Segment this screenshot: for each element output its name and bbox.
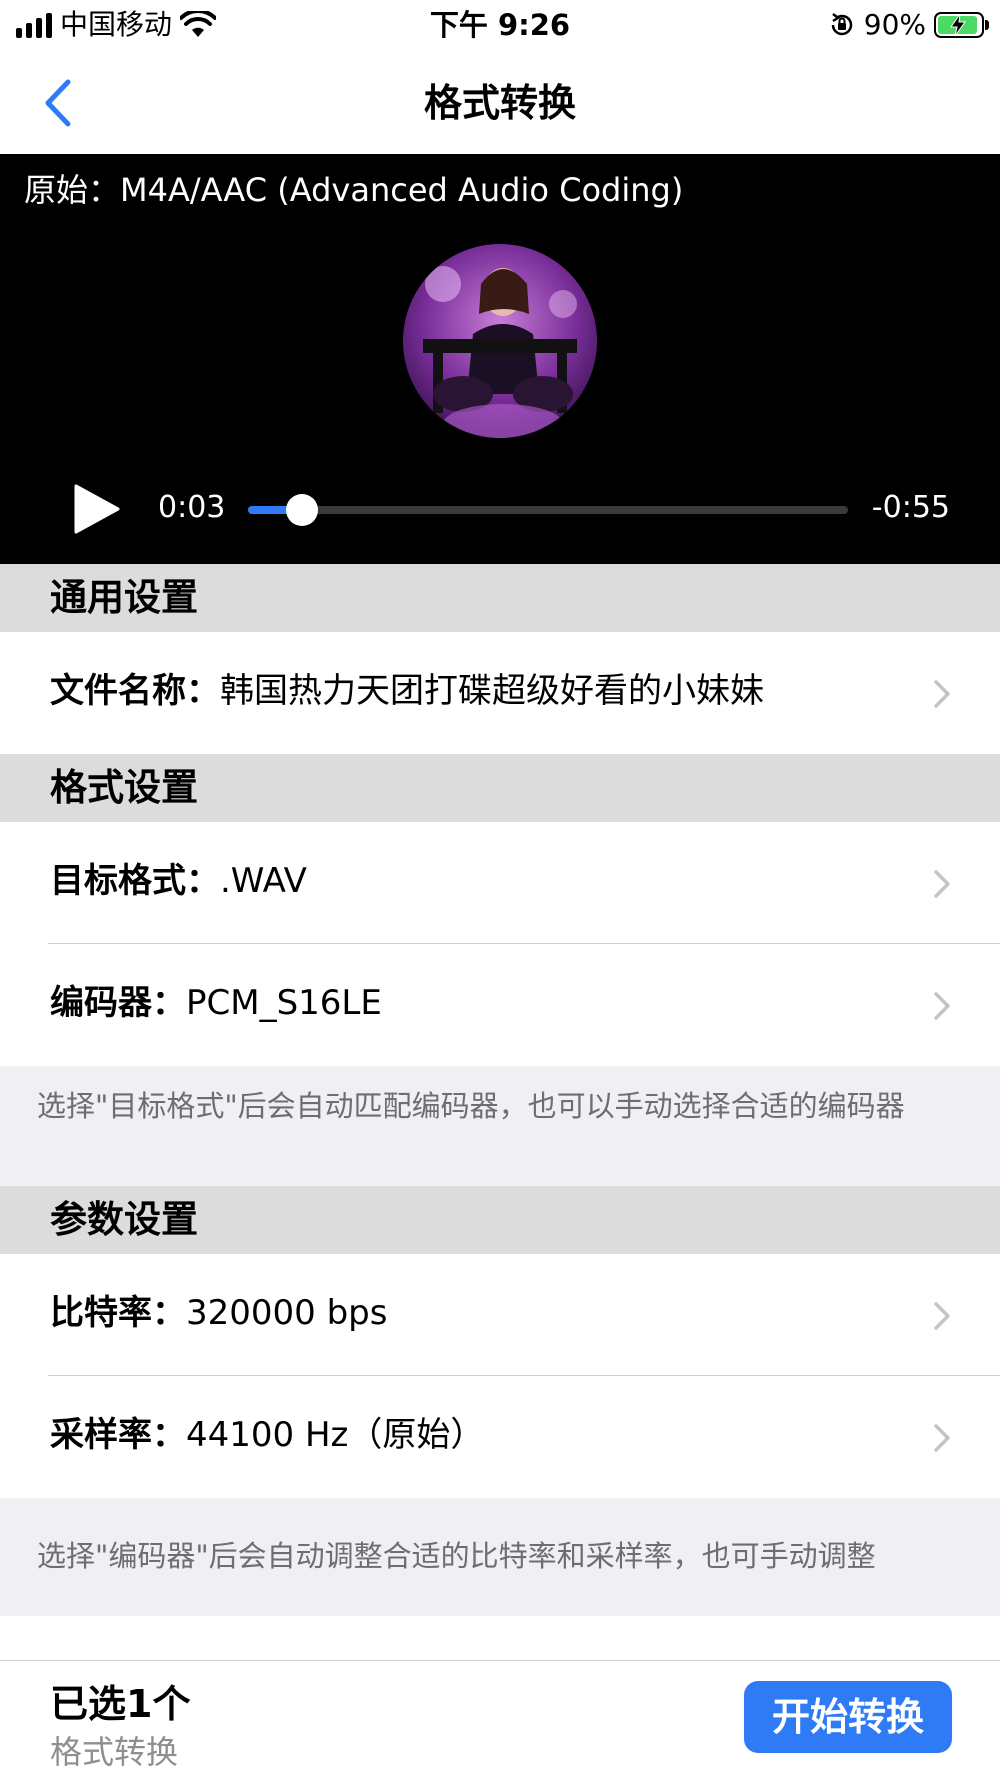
chevron-right-icon [934,992,950,1020]
progress-thumb[interactable] [286,494,318,526]
start-convert-button[interactable]: 开始转换 [744,1681,952,1753]
encoder-text: 编码器：PCM_S16LE [50,980,382,1026]
remaining-time: -0:55 [871,490,950,525]
page-title: 格式转换 [423,81,576,125]
play-button[interactable] [72,482,122,536]
encoder-label: 编码器： [50,983,186,1023]
bitrate-row[interactable]: 比特率：320000 bps [0,1254,1000,1374]
battery-charging-icon [934,12,989,38]
bottom-bar: 已选1个 格式转换 开始转换 [0,1660,1000,1779]
target-format-text: 目标格式：.WAV [50,858,307,904]
chevron-right-icon [934,680,950,708]
chevron-right-icon [934,1302,950,1330]
selected-subtitle: 格式转换 [50,1733,179,1771]
target-format-value: .WAV [220,861,307,901]
samplerate-label: 采样率： [50,1415,186,1455]
section-title: 参数设置 [50,1198,198,1241]
encoder-value: PCM_S16LE [186,983,382,1023]
params-note-text: 选择"编码器"后会自动调整合适的比特率和采样率，也可手动调整 [37,1539,876,1573]
bitrate-value: 320000 bps [186,1293,388,1333]
section-header-format: 格式设置 [0,754,1000,822]
format-note-text: 选择"目标格式"后会自动匹配编码器，也可以手动选择合适的编码器 [37,1089,905,1123]
chevron-right-icon [934,1424,950,1452]
current-time: 0:03 [158,490,226,525]
section-header-general: 通用设置 [0,564,1000,632]
rotation-lock-icon [831,13,853,36]
section-title: 通用设置 [50,576,198,619]
progress-slider[interactable] [248,494,848,526]
play-icon [74,484,120,534]
target-format-label: 目标格式： [50,861,220,901]
file-name-label: 文件名称： [50,671,220,711]
section-title: 格式设置 [50,766,198,809]
album-artwork [403,244,597,438]
status-right: 90% [828,6,989,44]
params-note: 选择"编码器"后会自动调整合适的比特率和采样率，也可手动调整 [0,1498,1000,1616]
audio-player: 原始：M4A/AAC (Advanced Audio Coding) 0:03 … [0,154,1000,564]
original-format-label: 原始：M4A/AAC (Advanced Audio Coding) [24,171,684,209]
selected-count: 已选1个 [50,1682,191,1726]
target-format-row[interactable]: 目标格式：.WAV [0,822,1000,942]
samplerate-text: 采样率：44100 Hz（原始） [50,1412,484,1458]
chevron-right-icon [934,870,950,898]
bitrate-label: 比特率： [50,1293,186,1333]
file-name-row[interactable]: 文件名称：韩国热力天团打碟超级好看的小妹妹 [0,632,1000,752]
file-name-value: 韩国热力天团打碟超级好看的小妹妹 [220,671,764,711]
navigation-bar: 格式转换 [0,52,1000,154]
samplerate-row[interactable]: 采样率：44100 Hz（原始） [0,1376,1000,1496]
bitrate-text: 比特率：320000 bps [50,1290,387,1336]
battery-percent: 90% [863,8,926,41]
section-header-params: 参数设置 [0,1186,1000,1254]
format-note: 选择"目标格式"后会自动匹配编码器，也可以手动选择合适的编码器 [0,1066,1000,1186]
samplerate-value: 44100 Hz（原始） [186,1415,485,1455]
encoder-row[interactable]: 编码器：PCM_S16LE [0,944,1000,1064]
file-name-text: 文件名称：韩国热力天团打碟超级好看的小妹妹 [50,668,764,714]
status-bar: 中国移动 下午 9:26 90% [0,0,1000,52]
